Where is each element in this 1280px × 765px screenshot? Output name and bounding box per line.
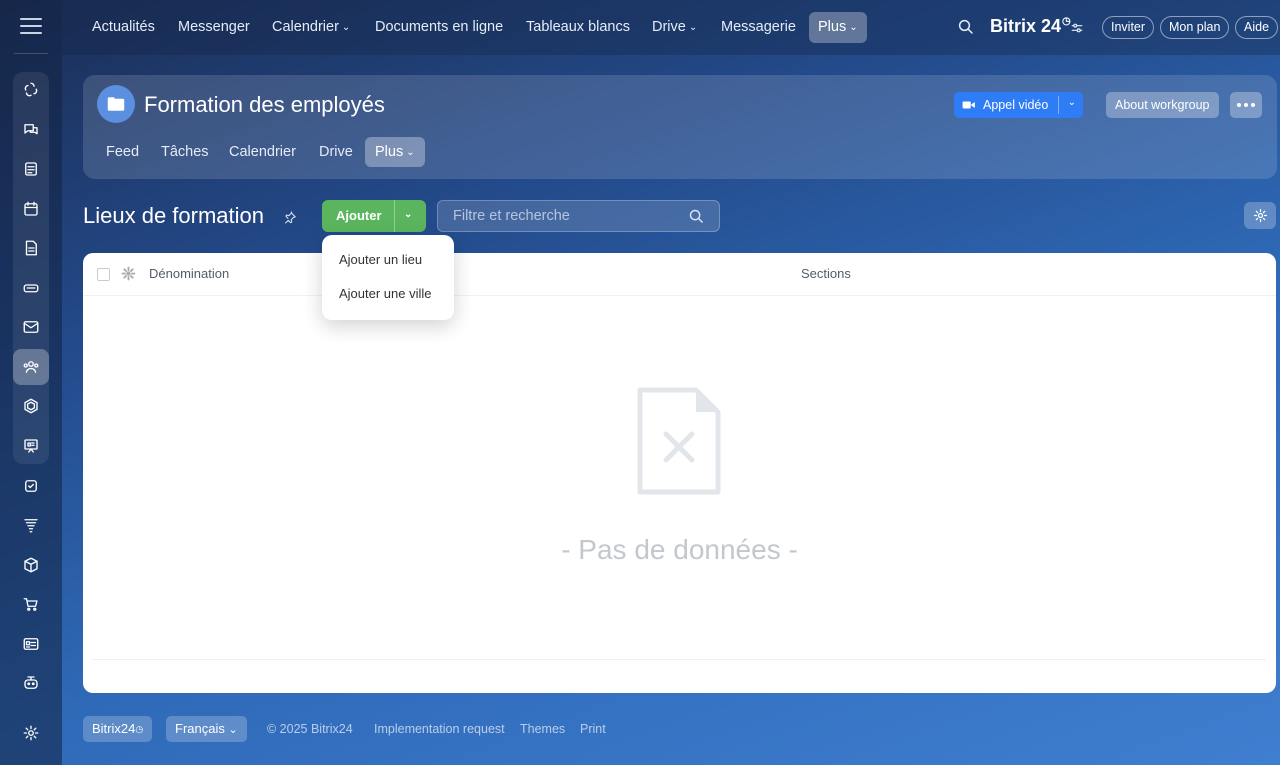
mail-icon[interactable]	[13, 309, 49, 345]
chevron-down-icon[interactable]: ⌄	[404, 209, 412, 220]
search-input[interactable]	[438, 201, 678, 231]
help-button[interactable]: Aide	[1235, 16, 1279, 39]
about-workgroup-button[interactable]: About workgroup	[1106, 92, 1219, 118]
nav-plus[interactable]: Plus ⌄	[809, 12, 867, 43]
grid-footer-divider	[93, 659, 1266, 660]
page-settings-button[interactable]	[1244, 202, 1276, 229]
nav-messenger[interactable]: Messenger	[169, 12, 259, 43]
settings-icon[interactable]	[13, 715, 49, 751]
top-navigation: Actualités Messenger Calendrier ⌄ Documen…	[62, 0, 1280, 55]
clock-icon: ◷	[135, 724, 144, 734]
chevron-down-icon: ⌄	[688, 22, 698, 33]
add-dropdown-menu: Ajouter un lieu Ajouter une ville	[322, 235, 454, 320]
hexagon-icon[interactable]	[13, 388, 49, 424]
calendar-icon[interactable]	[13, 191, 49, 227]
funnel-icon[interactable]	[13, 507, 49, 543]
search-icon[interactable]	[957, 18, 975, 36]
gear-icon[interactable]	[121, 266, 136, 281]
feed-icon[interactable]	[13, 151, 49, 187]
gear-icon	[1253, 208, 1267, 223]
data-grid: Dénomination Sections - Pas de données -	[83, 253, 1276, 693]
folder-icon	[97, 85, 135, 123]
tab-calendrier[interactable]: Calendrier	[219, 137, 306, 167]
menu-item-add-city[interactable]: Ajouter une ville	[339, 286, 432, 301]
document-icon[interactable]	[13, 230, 49, 266]
search-icon[interactable]	[688, 208, 705, 225]
chevron-down-icon: ⌄	[406, 147, 415, 158]
tasks-icon[interactable]	[13, 468, 49, 504]
video-call-button[interactable]: Appel vidéo ⌄	[954, 92, 1083, 118]
nav-tableaux[interactable]: Tableaux blancs	[517, 12, 639, 43]
chevron-down-icon: ⌄	[341, 22, 351, 33]
nav-calendrier[interactable]: Calendrier ⌄	[263, 12, 359, 43]
nav-drive[interactable]: Drive ⌄	[643, 12, 706, 43]
footer-brand-button[interactable]: Bitrix24◷	[83, 716, 153, 742]
more-button[interactable]	[1230, 92, 1262, 118]
robot-icon[interactable]	[13, 665, 49, 701]
page-title: Lieux de formation	[83, 203, 264, 228]
my-plan-button[interactable]: Mon plan	[1160, 16, 1230, 39]
nav-documents[interactable]: Documents en ligne	[366, 12, 512, 43]
id-card-icon[interactable]	[13, 626, 49, 662]
brand-logo[interactable]: Bitrix 24◷	[990, 16, 1071, 37]
grid-header: Dénomination Sections	[83, 253, 1276, 296]
chevron-down-icon: ⌄	[849, 22, 858, 33]
tab-feed[interactable]: Feed	[96, 137, 149, 167]
sidebar-divider	[14, 53, 48, 54]
chats-icon[interactable]	[13, 72, 49, 108]
tab-plus[interactable]: Plus ⌄	[365, 137, 425, 167]
menu-item-add-location[interactable]: Ajouter un lieu	[339, 252, 422, 267]
tab-taches[interactable]: Tâches	[151, 137, 219, 167]
box-icon[interactable]	[13, 547, 49, 583]
footer-link-themes[interactable]: Themes	[520, 722, 565, 736]
workgroups-icon[interactable]	[13, 349, 49, 385]
chevron-down-icon[interactable]: ⌄	[1068, 97, 1076, 108]
add-button[interactable]: Ajouter ⌄	[322, 200, 426, 232]
video-camera-icon	[962, 101, 975, 109]
workgroup-title: Formation des employés	[144, 92, 385, 117]
messenger-icon[interactable]	[13, 112, 49, 148]
drive-icon[interactable]	[13, 270, 49, 306]
pin-icon[interactable]	[283, 211, 297, 225]
tab-drive[interactable]: Drive	[309, 137, 363, 167]
column-sections[interactable]: Sections	[801, 266, 851, 281]
empty-document-icon	[637, 387, 721, 495]
footer-copyright: © 2025 Bitrix24	[267, 722, 353, 736]
filter-search[interactable]	[437, 200, 720, 232]
empty-state-text: - Pas de données -	[561, 534, 798, 565]
nav-messagerie[interactable]: Messagerie	[712, 12, 805, 43]
workgroup-header: Formation des employés Appel vidéo ⌄ Abo…	[83, 75, 1277, 179]
sliders-icon[interactable]	[1070, 21, 1084, 35]
footer-link-implementation[interactable]: Implementation request	[374, 722, 505, 736]
column-denomination[interactable]: Dénomination	[149, 266, 229, 281]
nav-actualites[interactable]: Actualités	[83, 12, 164, 43]
chevron-down-icon: ⌄	[228, 724, 238, 736]
language-selector[interactable]: Français ⌄	[166, 716, 247, 742]
menu-icon[interactable]	[20, 18, 42, 36]
boards-icon[interactable]	[13, 428, 49, 464]
cart-icon[interactable]	[13, 586, 49, 622]
left-sidebar	[0, 0, 62, 765]
invite-button[interactable]: Inviter	[1102, 16, 1155, 39]
select-all-checkbox[interactable]	[97, 268, 110, 281]
footer-link-print[interactable]: Print	[580, 722, 606, 736]
